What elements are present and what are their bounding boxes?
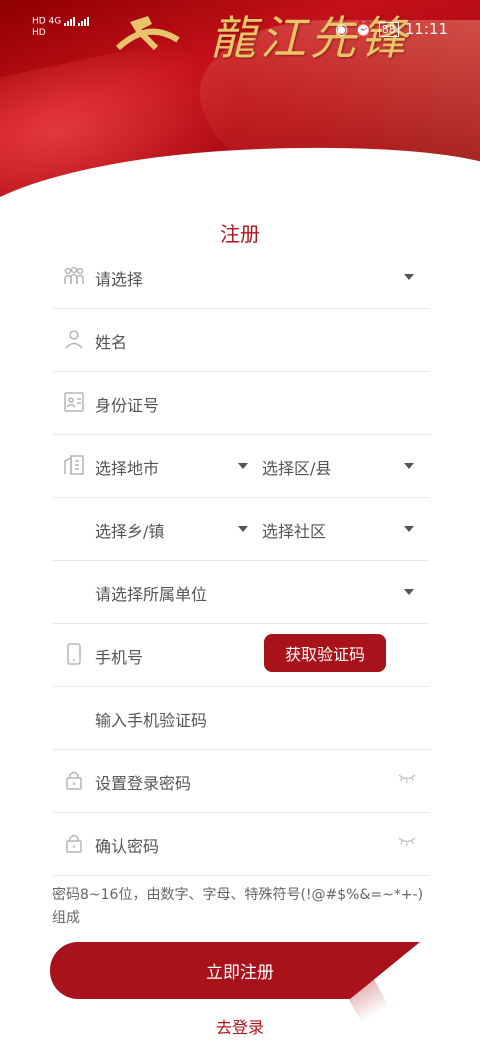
status-left: HD 4G HD (32, 16, 90, 39)
login-link[interactable]: 去登录 (0, 1014, 480, 1038)
unit-select-row[interactable]: 请选择所属单位 (52, 561, 430, 624)
button-tail (350, 942, 420, 999)
region-row-2: 选择乡/镇 选择社区 (52, 498, 430, 561)
lock-icon (66, 771, 82, 790)
battery-icon: 88 (378, 21, 399, 37)
password-hint: 密码8~16位，由数字、字母、特殊符号(!@#$%&=~*+-)组成 (52, 887, 424, 926)
get-code-button[interactable]: 获取验证码 (264, 634, 386, 672)
town-select[interactable]: 选择乡/镇 (95, 518, 164, 542)
hd-label: HD (32, 27, 46, 38)
org-select-label: 请选择 (95, 270, 144, 289)
chevron-down-icon (404, 589, 414, 595)
id-card-icon (64, 392, 84, 412)
phone-icon (67, 643, 81, 665)
city-select[interactable]: 选择地市 (95, 455, 159, 479)
header-banner: 龍江先锋 HD 4G HD ◉ ⏰ 88 11:11 (0, 0, 480, 200)
phone-field[interactable]: 手机号 (95, 644, 143, 668)
register-button-label: 立即注册 (206, 963, 274, 983)
sms-code-field[interactable]: 输入手机验证码 (52, 687, 430, 750)
phone-row: 手机号 获取验证码 (52, 624, 430, 687)
register-button[interactable]: 立即注册 (50, 942, 420, 999)
chevron-down-icon (238, 526, 248, 532)
chevron-down-icon (404, 463, 414, 469)
password-field[interactable]: 设置登录密码 (52, 750, 430, 813)
page-title: 注册 (220, 222, 260, 246)
eye-comfort-icon: ◉ (334, 20, 349, 38)
community-select[interactable]: 选择社区 (262, 518, 326, 542)
password-placeholder: 设置登录密码 (95, 774, 192, 793)
signal-icon (64, 16, 76, 26)
people-icon (64, 266, 84, 284)
status-bar: HD 4G HD ◉ ⏰ 88 11:11 (0, 14, 480, 42)
name-placeholder: 姓名 (95, 333, 128, 352)
id-placeholder: 身份证号 (95, 396, 160, 415)
eye-closed-icon[interactable] (398, 835, 416, 847)
chevron-down-icon (404, 526, 414, 532)
network-type-label: HD 4G (32, 16, 62, 27)
alarm-icon: ⏰ (354, 20, 373, 38)
chevron-down-icon (238, 463, 248, 469)
id-number-field[interactable]: 身份证号 (52, 372, 430, 435)
building-icon (64, 455, 84, 475)
clock: 11:11 (404, 20, 448, 38)
sms-code-placeholder: 输入手机验证码 (95, 711, 208, 730)
org-select-row[interactable]: 请选择 (52, 246, 430, 309)
unit-select: 请选择所属单位 (95, 585, 208, 604)
district-select[interactable]: 选择区/县 (262, 455, 331, 479)
lock-icon (66, 834, 82, 853)
confirm-password-field[interactable]: 确认密码 (52, 813, 430, 876)
name-field[interactable]: 姓名 (52, 309, 430, 372)
eye-closed-icon[interactable] (398, 772, 416, 784)
region-row-1: 选择地市 选择区/县 (52, 435, 430, 498)
confirm-password-placeholder: 确认密码 (95, 837, 160, 856)
signal-icon-2 (78, 16, 90, 26)
chevron-down-icon (404, 274, 414, 280)
status-right: ◉ ⏰ 88 11:11 (335, 20, 448, 38)
user-icon (65, 330, 83, 349)
